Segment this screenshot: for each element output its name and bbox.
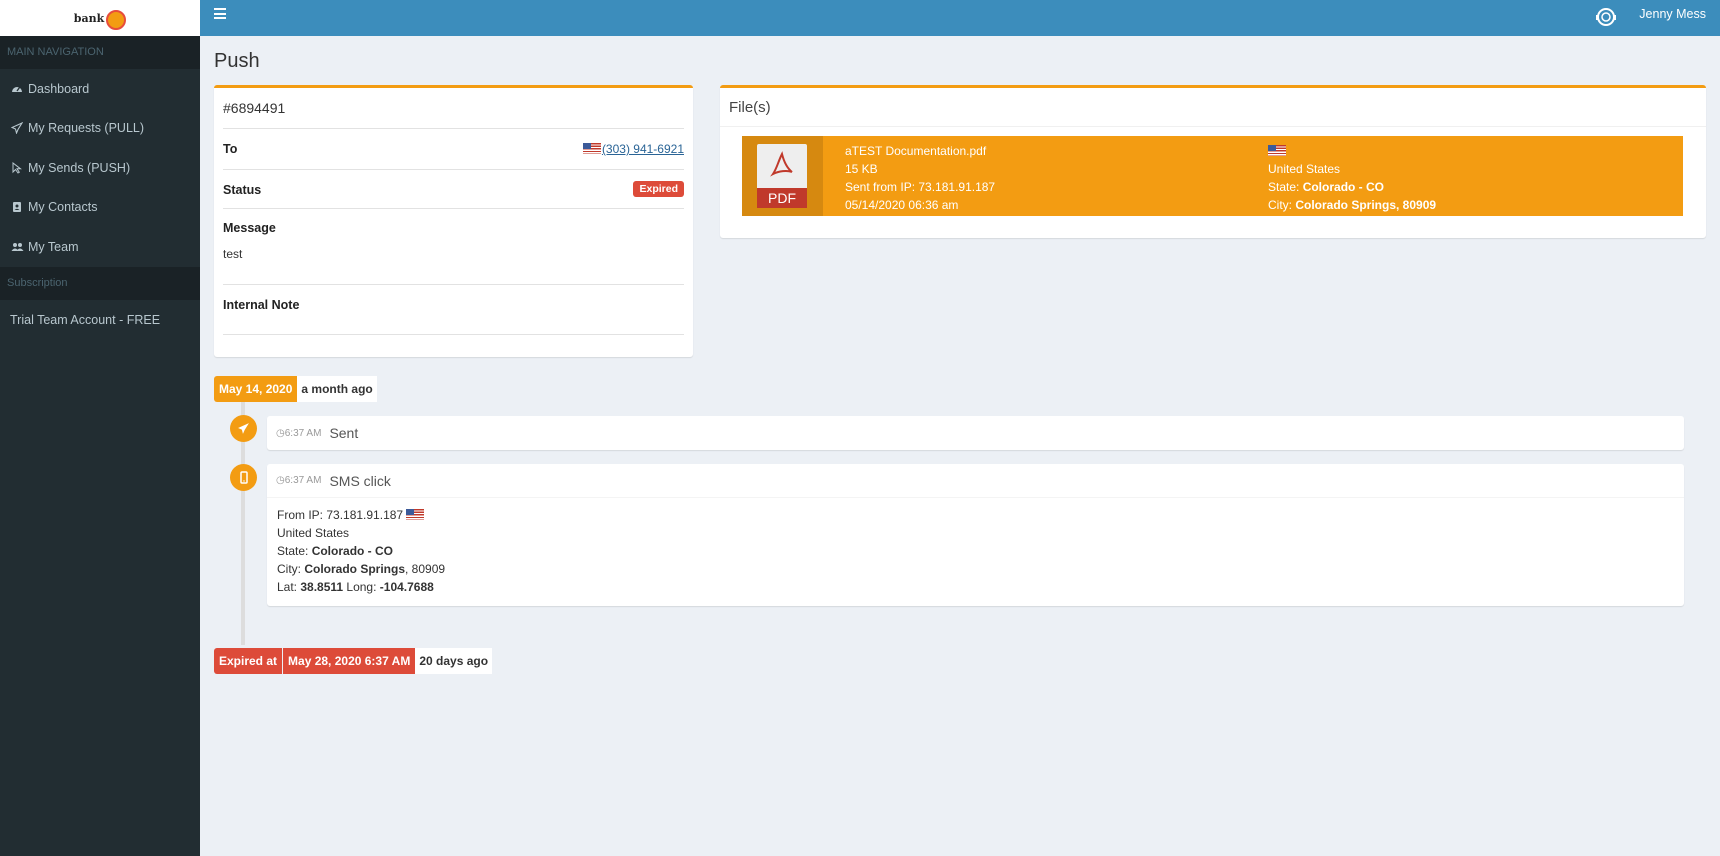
sidebar-item-label: Dashboard [28,81,90,96]
sidebar: bank MAIN NAVIGATION Dashboard My Reques… [0,0,200,856]
click-coordinates: Lat: 38.8511 Long: -104.7688 [277,580,434,594]
timeline-date-label: May 14, 2020 a month ago [214,376,377,402]
timeline-date: May 14, 2020 [214,376,298,402]
request-id: #6894491 [223,100,286,116]
sidebar-item-team[interactable]: My Team [0,227,200,267]
support-icon[interactable] [1592,3,1620,31]
status-row: Status Expired [223,174,684,209]
status-label: Status [223,183,262,197]
paper-plane-icon [10,121,24,135]
mobile-phone-icon [230,464,257,491]
click-ip: From IP: 73.181.91.187 [277,506,1674,524]
logo[interactable]: bank [0,0,200,36]
clock-icon: ◷ [276,427,285,439]
users-icon [10,240,24,254]
internal-note-label: Internal Note [223,298,300,312]
sidebar-item-label: My Requests (PULL) [28,121,145,136]
files-box: File(s) PDF aTEST Documentation.pdf 15 K… [720,85,1706,238]
request-details-box: #6894491 To (303) 941-6921 Status Expire… [214,85,693,357]
to-label: To [223,142,238,156]
topbar: Jenny Mess [200,0,1720,36]
file-datetime: 05/14/2020 06:36 am [845,198,959,212]
sidebar-item-label: My Sends (PUSH) [28,160,131,175]
file-size: 15 KB [845,162,878,176]
logo-mark-icon [106,10,127,30]
us-flag-icon [1268,145,1286,156]
dashboard-icon [10,82,24,96]
internal-note-row: Internal Note [223,289,684,335]
file-geo: United States State: Colorado - CO City:… [1268,142,1436,214]
sidebar-item-dashboard[interactable]: Dashboard [0,69,200,109]
expired-relative: 20 days ago [415,648,493,674]
status-badge: Expired [633,181,684,197]
timeline-time: ◷6:37 AM [276,427,322,439]
us-flag-icon [406,509,425,520]
timeline-item-sent: ◷6:37 AM Sent [267,416,1684,450]
click-city: City: Colorado Springs, 80909 [277,562,446,576]
divider [720,126,1706,127]
main-nav-header: MAIN NAVIGATION [0,36,200,69]
message-label: Message [223,221,276,235]
timeline-title: Sent [329,425,359,441]
sidebar-item-sends[interactable]: My Sends (PUSH) [0,148,200,188]
file-state: State: Colorado - CO [1268,180,1385,194]
phone-link[interactable]: (303) 941-6921 [582,142,684,156]
file-sent-from: Sent from IP: 73.181.91.187 [845,180,996,194]
timeline-date-relative: a month ago [297,376,377,402]
timeline-item-sms-click: ◷6:37 AM SMS click From IP: 73.181.91.18… [267,464,1684,606]
click-state: State: Colorado - CO [277,544,394,558]
file-info: aTEST Documentation.pdf 15 KB Sent from … [845,142,995,214]
phone-number: (303) 941-6921 [601,142,684,156]
page-title: Push [214,50,260,72]
file-name[interactable]: aTEST Documentation.pdf [845,142,995,160]
logo-text: bank [73,11,105,25]
to-row: To (303) 941-6921 [223,135,684,170]
timeline-body: From IP: 73.181.91.187 United States Sta… [267,498,1684,604]
message-row: Message test [223,213,684,285]
message-value: test [223,247,243,261]
file-country: United States [1268,162,1341,176]
cursor-icon [10,161,24,175]
divider [223,128,684,129]
subscription-header: Subscription [0,266,200,300]
pdf-label: PDF [757,188,807,208]
sidebar-item-label: My Contacts [28,200,98,215]
file-city: City: Colorado Springs, 80909 [1268,198,1437,212]
timeline-title: SMS click [329,472,391,489]
expired-at-label: Expired at [214,648,283,674]
sidebar-item-label: My Team [28,239,79,254]
click-country: United States [277,526,350,540]
timeline-time: ◷6:37 AM [276,475,322,486]
user-name[interactable]: Jenny Mess [1639,7,1706,21]
us-flag-icon [582,143,601,154]
sidebar-item-requests[interactable]: My Requests (PULL) [0,109,200,149]
timeline-expired-label: Expired at May 28, 2020 6:37 AM 20 days … [214,648,493,674]
files-title: File(s) [729,99,771,116]
expired-date: May 28, 2020 6:37 AM [283,648,416,674]
address-book-icon [10,200,24,214]
file-icon-box: PDF [742,136,823,216]
file-card[interactable]: PDF aTEST Documentation.pdf 15 KB Sent f… [742,136,1683,216]
clock-icon: ◷ [276,475,285,486]
pdf-file-icon: PDF [757,144,807,208]
sidebar-item-contacts[interactable]: My Contacts [0,188,200,228]
menu-toggle-icon[interactable] [214,8,226,20]
paper-plane-icon [230,415,257,442]
subscription-plan[interactable]: Trial Team Account - FREE [0,300,200,340]
